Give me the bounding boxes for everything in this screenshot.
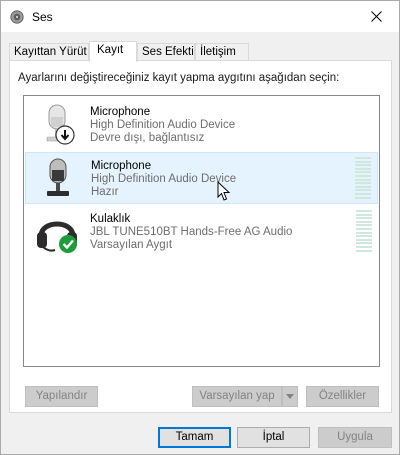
mouse-cursor-icon xyxy=(217,181,231,201)
device-text: Microphone High Definition Audio Device … xyxy=(90,106,235,145)
window-title: Ses xyxy=(32,10,53,24)
device-list[interactable]: Microphone High Definition Audio Device … xyxy=(23,95,380,367)
list-item-device[interactable]: Microphone High Definition Audio Device … xyxy=(25,152,378,204)
level-meter xyxy=(355,157,371,200)
device-driver: JBL TUNE510BT Hands-Free AG Audio xyxy=(90,226,293,238)
title-bar[interactable]: Ses xyxy=(1,1,399,32)
instruction-text: Ayarlarını değiştireceğiniz kayıt yapma … xyxy=(18,72,340,84)
tab-playback[interactable]: Kayıttan Yürüt xyxy=(9,43,89,61)
speaker-icon xyxy=(10,10,24,24)
tab-label: Kayıt xyxy=(97,44,124,56)
list-item-device[interactable]: Microphone High Definition Audio Device … xyxy=(25,99,378,151)
set-default-dropdown[interactable] xyxy=(282,386,298,407)
level-meter xyxy=(356,210,372,253)
device-text: Kulaklık JBL TUNE510BT Hands-Free AG Aud… xyxy=(90,213,292,252)
tab-strip: Kayıttan Yürüt Kayıt Ses Efekti İletişim xyxy=(9,41,393,62)
headset-default-icon xyxy=(37,221,77,253)
tab-label: Kayıttan Yürüt xyxy=(14,46,87,58)
recording-panel: Ayarlarını değiştireceğiniz kayıt yapma … xyxy=(9,60,392,413)
device-text: Microphone High Definition Audio Device … xyxy=(91,160,236,199)
apply-button[interactable]: Uygula xyxy=(318,427,392,448)
device-name: Kulaklık xyxy=(90,213,131,225)
sound-dialog: Ses Kayıttan Yürüt Kayıt Ses Efekti İlet… xyxy=(0,0,400,455)
set-default-button[interactable]: Varsayılan yap xyxy=(192,386,282,407)
close-icon xyxy=(371,11,382,22)
properties-button[interactable]: Özellikler xyxy=(306,386,379,407)
tab-label: İletişim xyxy=(200,46,236,58)
microphone-icon xyxy=(47,158,69,196)
tab-communications[interactable]: İletişim xyxy=(195,43,249,61)
device-status: Devre dışı, bağlantısız xyxy=(90,132,205,144)
tab-recording[interactable]: Kayıt xyxy=(89,41,137,62)
device-driver: High Definition Audio Device xyxy=(91,173,237,185)
device-status: Varsayılan Aygıt xyxy=(90,239,173,251)
microphone-disconnected-icon xyxy=(46,104,75,145)
list-item-device[interactable]: Kulaklık JBL TUNE510BT Hands-Free AG Aud… xyxy=(25,206,378,258)
device-name: Microphone xyxy=(91,160,152,172)
device-driver: High Definition Audio Device xyxy=(90,119,236,131)
ok-button[interactable]: Tamam xyxy=(158,427,231,448)
close-button[interactable] xyxy=(354,1,399,32)
chevron-down-icon xyxy=(286,394,294,399)
configure-button[interactable]: Yapılandır xyxy=(25,386,98,407)
device-status: Hazır xyxy=(91,186,119,198)
device-name: Microphone xyxy=(90,106,151,118)
tab-sound-effects[interactable]: Ses Efekti xyxy=(137,43,195,61)
tab-label: Ses Efekti xyxy=(142,46,194,58)
cancel-button[interactable]: İptal xyxy=(237,427,310,448)
